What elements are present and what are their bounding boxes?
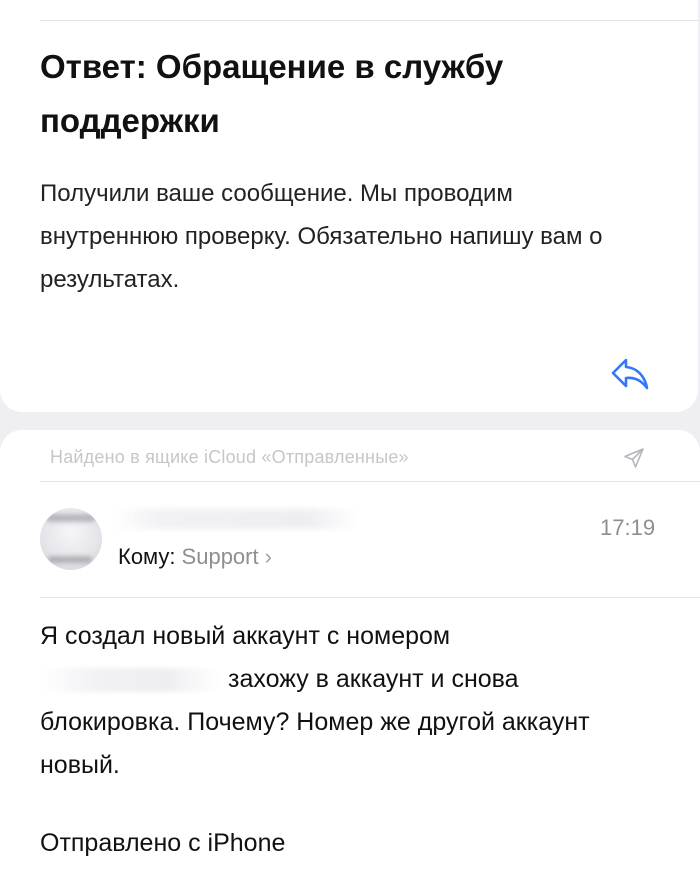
avatar-redaction bbox=[46, 514, 96, 522]
reply-message-card: Ответ: Обращение в службу поддержки Полу… bbox=[0, 0, 698, 412]
recipient-name[interactable]: Support bbox=[182, 544, 259, 569]
phone-number-redacted bbox=[40, 668, 220, 693]
message-time: 17:19 bbox=[600, 515, 656, 540]
signature: Отправлено с iPhone bbox=[40, 829, 286, 857]
sent-message-body: Я создал новый аккаунт с номером захожу в… bbox=[40, 615, 660, 787]
top-divider bbox=[40, 20, 698, 21]
reply-button[interactable] bbox=[606, 351, 654, 395]
found-in-mailbox-label: Найдено в ящике iCloud «Отправленные» bbox=[50, 447, 409, 467]
reply-arrow-icon bbox=[611, 358, 649, 390]
chevron-right-icon[interactable]: › bbox=[265, 544, 272, 569]
body-line: захожу в аккаунт и снова bbox=[228, 665, 519, 693]
avatar[interactable] bbox=[40, 508, 102, 570]
body-line: Я создал новый аккаунт с номером bbox=[40, 622, 451, 650]
paper-plane-icon bbox=[624, 448, 644, 468]
body-line: блокировка. Почему? Номер же другой акка… bbox=[40, 708, 590, 779]
message-subject: Ответ: Обращение в службу поддержки bbox=[40, 48, 504, 139]
message-body: Получили ваше сообщение. Мы проводим вну… bbox=[40, 180, 603, 293]
recipient-line: Кому: Support › bbox=[118, 544, 272, 570]
avatar-redaction bbox=[48, 556, 92, 563]
to-label: Кому: bbox=[118, 544, 176, 569]
header-divider bbox=[40, 481, 700, 482]
sender-name-redacted bbox=[112, 509, 357, 529]
body-divider bbox=[40, 597, 700, 598]
